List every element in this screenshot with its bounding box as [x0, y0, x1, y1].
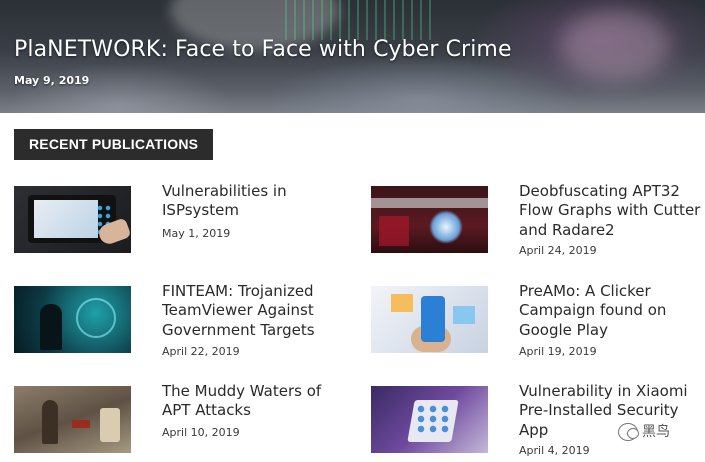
publication-thumbnail[interactable]	[371, 186, 488, 253]
person-decor	[42, 400, 58, 444]
publication-date: April 19, 2019	[519, 345, 597, 358]
publication-thumbnail[interactable]	[14, 386, 131, 453]
tablet-screen	[34, 200, 98, 238]
section-heading: RECENT PUBLICATIONS	[14, 129, 214, 160]
publication-title[interactable]: Vulnerability in Xiaomi Pre-Installed Se…	[519, 382, 705, 440]
publication-title[interactable]: FINTEAM: Trojanized TeamViewer Against G…	[162, 282, 352, 340]
watermark-text: 黑鸟	[642, 424, 670, 440]
publication-item[interactable]: FINTEAM: Trojanized TeamViewer Against G…	[14, 282, 354, 358]
publication-item[interactable]: PreAMo: A Clicker Campaign found on Goog…	[371, 282, 705, 358]
publication-title[interactable]: PreAMo: A Clicker Campaign found on Goog…	[519, 282, 705, 340]
smartphone-decor	[421, 296, 445, 342]
publication-date: April 24, 2019	[519, 244, 597, 257]
publication-title[interactable]: The Muddy Waters of APT Attacks	[162, 382, 352, 421]
publication-date: April 22, 2019	[162, 345, 240, 358]
hero-glow-decor	[560, 10, 670, 80]
publication-item[interactable]: Deobfuscating APT32 Flow Graphs with Cut…	[371, 182, 705, 258]
red-patch-decor	[72, 420, 90, 428]
hero-title[interactable]: PlaNETWORK: Face to Face with Cyber Crim…	[14, 37, 512, 62]
hero-matrix-decor	[285, 0, 435, 40]
red-block-decor	[379, 216, 409, 246]
publication-title[interactable]: Deobfuscating APT32 Flow Graphs with Cut…	[519, 182, 705, 240]
publication-thumbnail[interactable]	[14, 286, 131, 353]
publication-thumbnail[interactable]	[371, 286, 488, 353]
watermark: 黑鸟	[618, 420, 670, 444]
wechat-icon	[618, 423, 639, 441]
barrel-decor	[100, 408, 120, 442]
app-card-decor	[391, 294, 413, 312]
publication-thumbnail[interactable]	[371, 386, 488, 453]
publication-thumbnail[interactable]	[14, 186, 131, 253]
banner-bar-decor	[371, 198, 488, 208]
app-icons-decor	[415, 404, 451, 434]
app-card-decor	[453, 306, 475, 324]
publication-date: April 4, 2019	[519, 444, 590, 457]
hero-date: May 9, 2019	[14, 74, 90, 87]
publication-item[interactable]: The Muddy Waters of APT Attacks April 10…	[14, 382, 354, 458]
publication-title[interactable]: Vulnerabilities in ISPsystem	[162, 182, 352, 221]
hero-banner: PlaNETWORK: Face to Face with Cyber Crim…	[0, 0, 705, 113]
publication-date: May 1, 2019	[162, 227, 231, 240]
glow-ring-decor	[76, 298, 116, 338]
hooded-figure-decor	[40, 304, 62, 350]
publication-date: April 10, 2019	[162, 426, 240, 439]
publication-item[interactable]: Vulnerabilities in ISPsystem May 1, 2019	[14, 182, 354, 258]
network-orb-decor	[429, 210, 463, 244]
